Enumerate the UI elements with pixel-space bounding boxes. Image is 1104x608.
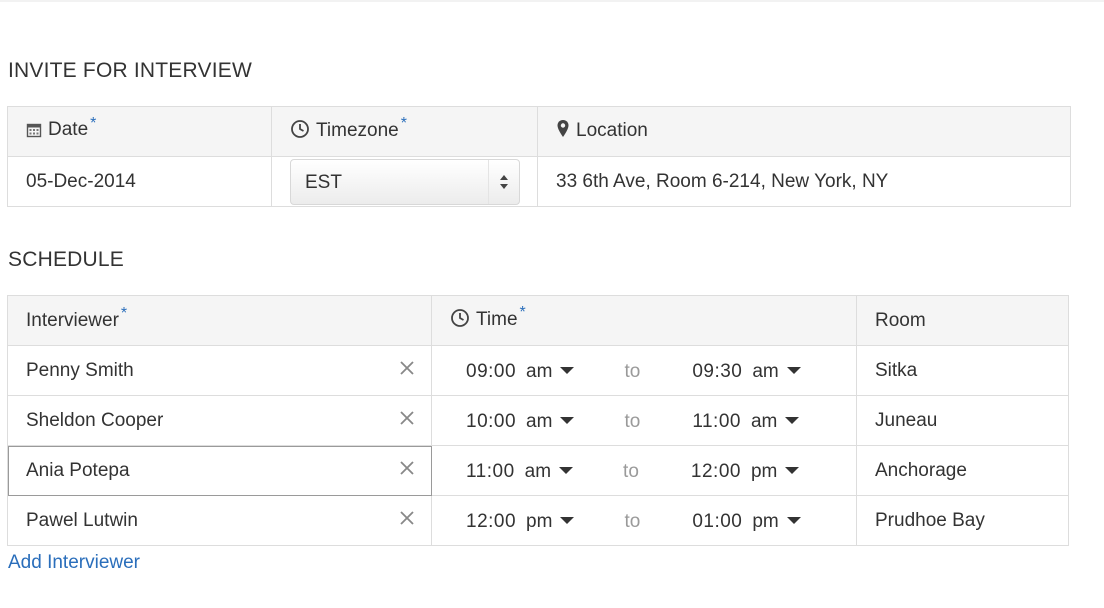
caret-down-icon xyxy=(785,409,800,431)
required-mark: * xyxy=(519,304,526,322)
start-ampm: am xyxy=(526,410,553,432)
end-time-value: 01:00 xyxy=(692,510,743,532)
schedule-table: Interviewer * Time * Room Penny Smith 09:0… xyxy=(7,295,1069,546)
room-field[interactable]: Anchorage xyxy=(856,445,1069,496)
interviewer-name: Sheldon Cooper xyxy=(26,409,164,431)
table-row: Penny Smith 09:00 am to 09:30 am Sitka xyxy=(7,345,1069,396)
time-range: 10:00 am to 11:00 am xyxy=(431,395,857,446)
start-ampm: am xyxy=(526,360,553,382)
start-time-value: 11:00 xyxy=(466,460,515,482)
schedule-header-row: Interviewer * Time * Room xyxy=(7,295,1069,346)
remove-icon[interactable] xyxy=(399,410,415,432)
add-interviewer-link[interactable]: Add Interviewer xyxy=(8,552,140,574)
timezone-select[interactable]: EST xyxy=(290,158,520,205)
interviewer-name: Penny Smith xyxy=(26,359,134,381)
caret-down-icon xyxy=(560,359,575,381)
start-time-picker[interactable]: 11:00 am xyxy=(466,459,574,483)
end-time-picker[interactable]: 11:00 am xyxy=(692,409,800,433)
caret-down-icon xyxy=(559,459,574,481)
remove-icon[interactable] xyxy=(399,360,415,382)
invite-section-title: INVITE FOR INTERVIEW xyxy=(8,59,252,82)
remove-icon[interactable] xyxy=(399,510,415,532)
caret-down-icon xyxy=(560,409,575,431)
timezone-cell: EST xyxy=(271,156,538,207)
required-mark: * xyxy=(120,305,128,323)
interviewer-name: Pawel Lutwin xyxy=(26,509,138,531)
required-mark: * xyxy=(90,114,97,132)
start-time-picker[interactable]: 09:00 am xyxy=(466,359,575,383)
to-label: to xyxy=(624,360,641,382)
location-header: Location xyxy=(537,106,1071,157)
end-time-picker[interactable]: 01:00 pm xyxy=(692,509,801,533)
end-ampm: am xyxy=(750,410,778,432)
timezone-select-value: EST xyxy=(305,171,342,193)
date-header: Date * xyxy=(7,106,272,157)
start-time-picker[interactable]: 12:00 pm xyxy=(466,509,575,533)
start-ampm: am xyxy=(524,460,552,482)
map-marker-icon xyxy=(556,119,570,145)
end-ampm: pm xyxy=(750,460,778,482)
interviewer-header-label: Interviewer xyxy=(26,309,119,331)
top-divider xyxy=(0,0,1104,2)
schedule-section-title: SCHEDULE xyxy=(8,248,124,271)
caret-down-icon xyxy=(560,509,575,531)
end-time-value: 09:30 xyxy=(692,360,743,382)
end-ampm: am xyxy=(752,360,779,382)
caret-down-icon xyxy=(786,359,801,381)
date-field[interactable]: 05-Dec-2014 xyxy=(7,156,272,207)
end-time-value: 12:00 xyxy=(690,460,741,482)
end-ampm: pm xyxy=(752,510,779,532)
select-arrows-icon xyxy=(488,159,519,204)
start-time-value: 12:00 xyxy=(466,510,517,532)
timezone-header: Timezone * xyxy=(271,106,538,157)
invite-value-row: 05-Dec-2014 EST 33 6th Ave, Room 6-214, … xyxy=(7,156,1071,207)
end-time-picker[interactable]: 12:00 pm xyxy=(690,459,800,483)
invite-header-row: Date * Timezone * Location xyxy=(7,106,1071,157)
start-time-value: 09:00 xyxy=(466,360,517,382)
time-range: 11:00 am to 12:00 pm xyxy=(431,445,857,496)
caret-down-icon xyxy=(786,509,801,531)
end-time-value: 11:00 xyxy=(692,410,741,432)
interviewer-field[interactable]: Pawel Lutwin xyxy=(7,495,432,546)
room-field[interactable]: Sitka xyxy=(856,345,1069,396)
time-range: 12:00 pm to 01:00 pm xyxy=(431,495,857,546)
to-label: to xyxy=(623,460,639,482)
interviewer-field[interactable]: Sheldon Cooper xyxy=(7,395,432,446)
date-header-label: Date xyxy=(48,119,89,140)
location-field[interactable]: 33 6th Ave, Room 6-214, New York, NY xyxy=(537,156,1071,207)
to-label: to xyxy=(624,510,641,532)
clock-icon xyxy=(450,308,470,334)
time-header-label: Time xyxy=(476,308,518,330)
clock-icon xyxy=(290,119,310,145)
invite-table: Date * Timezone * Location 05-Dec-2014 EST xyxy=(7,106,1071,207)
interviewer-name: Ania Potepa xyxy=(26,459,130,481)
calendar-icon xyxy=(26,122,42,144)
start-time-value: 10:00 xyxy=(466,410,517,432)
end-time-picker[interactable]: 09:30 am xyxy=(692,359,801,383)
to-label: to xyxy=(624,410,641,432)
start-time-picker[interactable]: 10:00 am xyxy=(466,409,575,433)
remove-icon[interactable] xyxy=(399,460,415,482)
table-row: Sheldon Cooper 10:00 am to 11:00 am Juneau xyxy=(7,395,1069,446)
start-ampm: pm xyxy=(526,510,553,532)
interviewer-header: Interviewer * xyxy=(7,295,432,346)
time-range: 09:00 am to 09:30 am xyxy=(431,345,857,396)
room-header: Room xyxy=(856,295,1069,346)
location-header-label: Location xyxy=(576,119,648,141)
timezone-header-label: Timezone xyxy=(316,119,399,141)
interviewer-field[interactable]: Ania Potepa xyxy=(7,445,432,496)
table-row: Pawel Lutwin 12:00 pm to 01:00 pm Prudhoe Ba… xyxy=(7,495,1069,546)
table-row: Ania Potepa 11:00 am to 12:00 pm Anchorage xyxy=(7,445,1069,496)
caret-down-icon xyxy=(785,459,800,481)
time-header: Time * xyxy=(431,295,857,346)
room-field[interactable]: Juneau xyxy=(856,395,1069,446)
required-mark: * xyxy=(400,115,407,133)
room-field[interactable]: Prudhoe Bay xyxy=(856,495,1069,546)
interviewer-field[interactable]: Penny Smith xyxy=(7,345,432,396)
